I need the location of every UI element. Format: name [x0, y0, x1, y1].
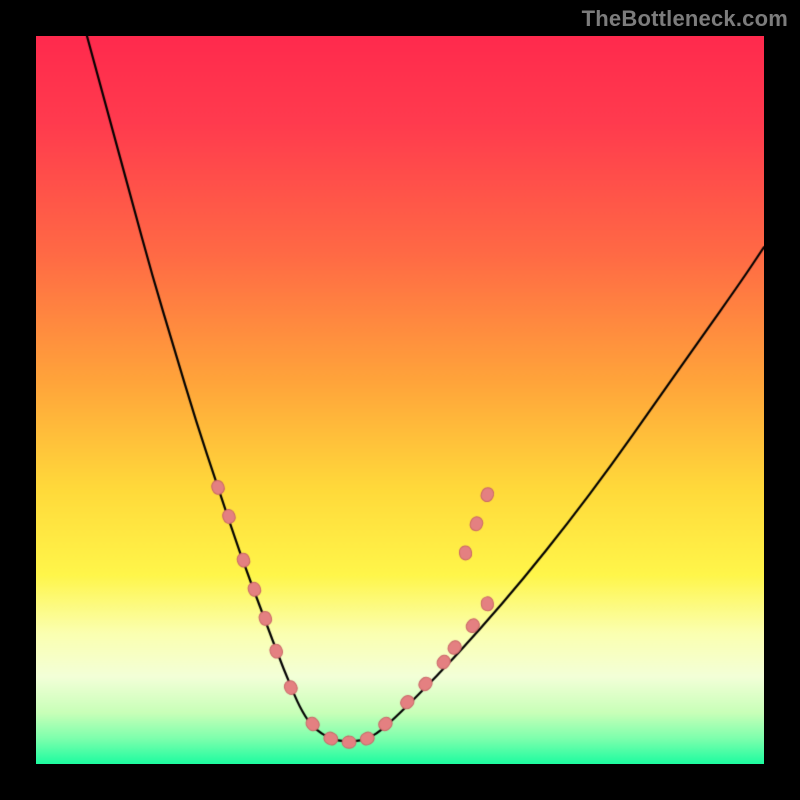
- bottleneck-curve: [36, 36, 764, 764]
- watermark-text: TheBottleneck.com: [582, 6, 788, 32]
- chart-container: TheBottleneck.com: [0, 0, 800, 800]
